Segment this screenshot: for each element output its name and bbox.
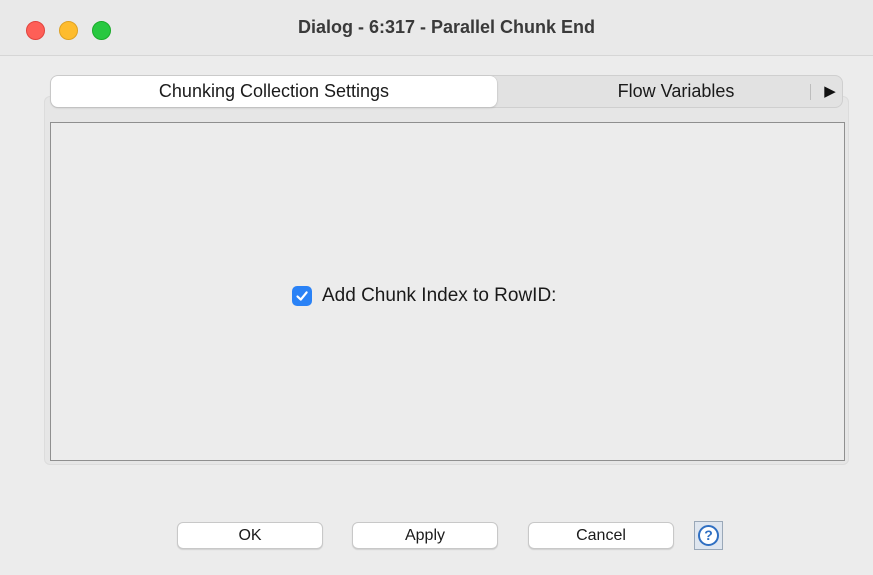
apply-button[interactable]: Apply: [352, 522, 498, 549]
ok-button[interactable]: OK: [177, 522, 323, 549]
add-chunk-index-label: Add Chunk Index to RowID:: [322, 285, 557, 306]
help-button[interactable]: ?: [694, 521, 723, 550]
add-chunk-index-checkbox[interactable]: [292, 286, 312, 306]
dialog-window: Dialog - 6:317 - Parallel Chunk End Chun…: [0, 0, 873, 575]
help-circle-icon: ?: [698, 525, 719, 546]
tab-divider: [810, 84, 811, 100]
tab-bar: Chunking Collection Settings Flow Variab…: [50, 75, 843, 108]
window-title: Dialog - 6:317 - Parallel Chunk End: [297, 17, 596, 37]
checkmark-icon: [296, 291, 308, 301]
cancel-button[interactable]: Cancel: [528, 522, 674, 549]
triangle-right-icon[interactable]: ▶: [817, 76, 843, 107]
tab-chunking-collection-settings[interactable]: Chunking Collection Settings: [51, 76, 497, 107]
tab-flow-variables[interactable]: Flow Variables: [541, 76, 811, 107]
add-chunk-index-option[interactable]: Add Chunk Index to RowID:: [292, 285, 556, 307]
title-bar: Dialog - 6:317 - Parallel Chunk End: [0, 0, 873, 56]
